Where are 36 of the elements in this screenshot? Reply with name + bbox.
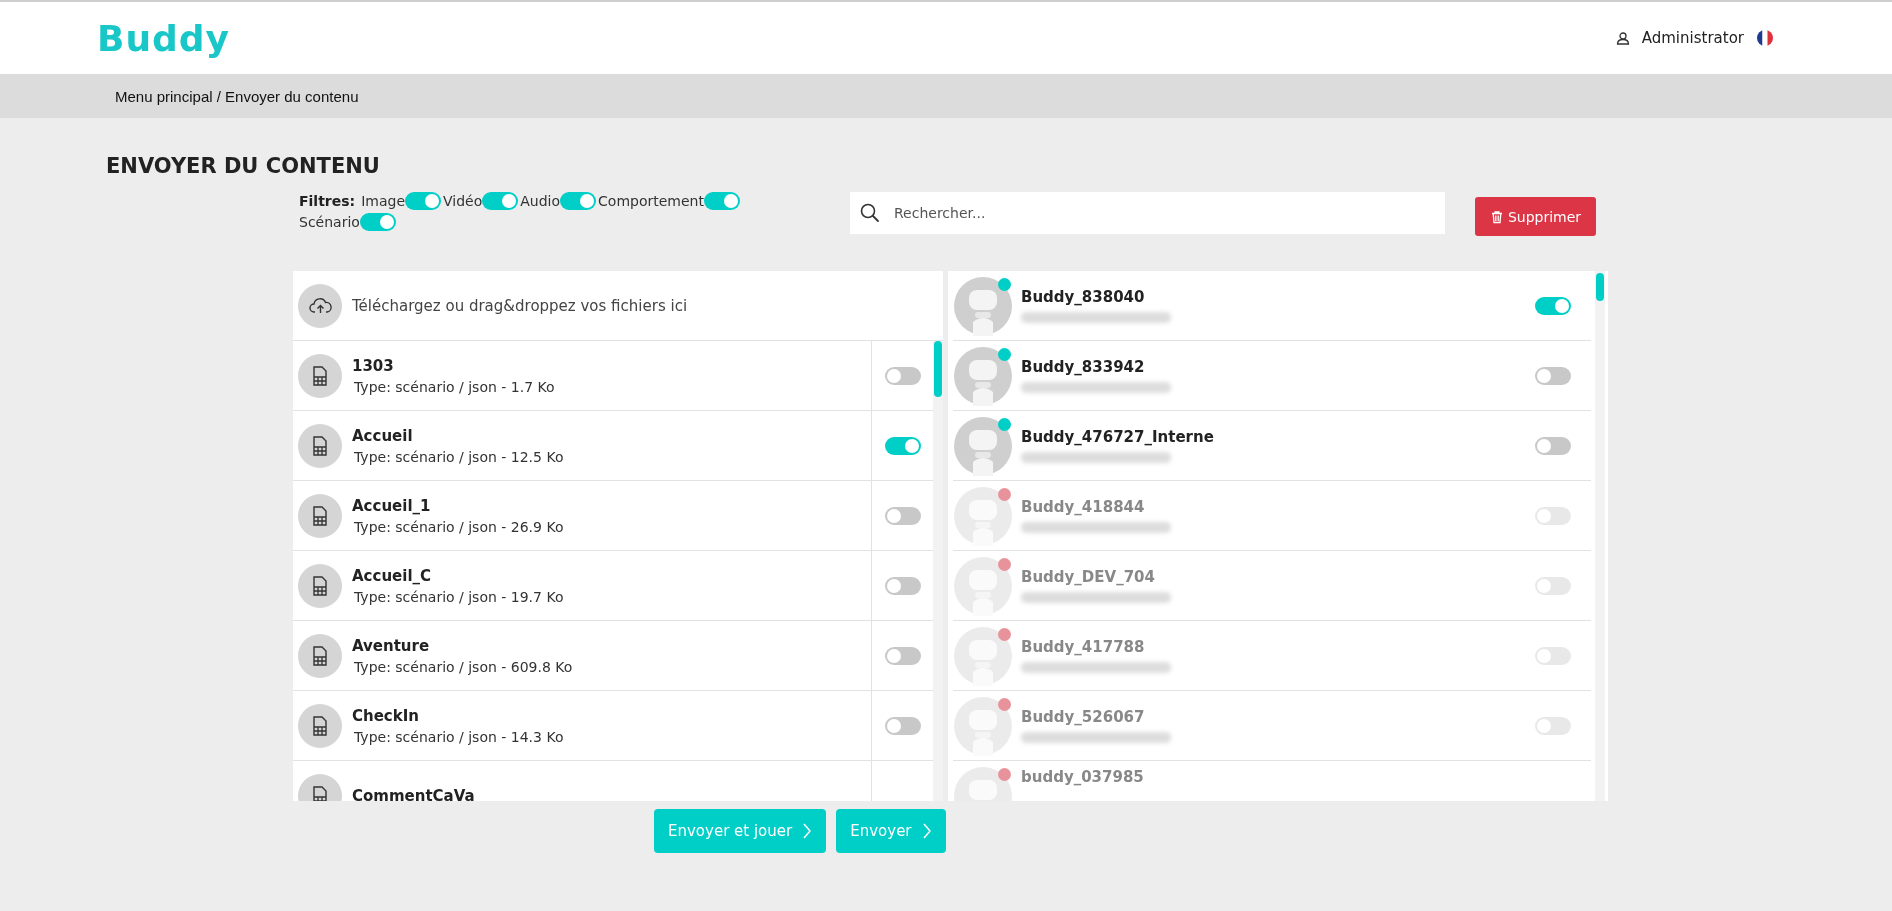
filter-label: Audio xyxy=(520,193,561,209)
search-field[interactable]: Rechercher... xyxy=(850,192,1445,234)
file-name: CommentCaVa xyxy=(352,786,475,801)
file-info: Type: scénario / json - 609.8 Ko xyxy=(353,658,573,675)
send-button[interactable]: Envoyer et jouer xyxy=(654,809,827,853)
file-name: Accueil_1 xyxy=(352,496,432,515)
robot-name: buddy_037985 xyxy=(1021,768,1145,786)
page-title: ENVOYER DU CONTENU xyxy=(106,154,381,178)
file-info: Type: scénario / json - 26.9 Ko xyxy=(353,518,564,535)
robot-name: Buddy_526067 xyxy=(1021,708,1146,726)
file-info: Type: scénario / json - 12.5 Ko xyxy=(353,448,564,465)
file-info: Type: scénario / json - 14.3 Ko xyxy=(353,728,564,745)
filter-label: Comportement xyxy=(598,193,704,209)
delete-button[interactable]: Supprimer xyxy=(1475,197,1596,236)
file-name: 1303 xyxy=(352,356,395,375)
file-name: Aventure xyxy=(352,636,431,655)
file-info: Type: scénario / json - 19.7 Ko xyxy=(353,588,564,605)
robot-name: Buddy_DEV_704 xyxy=(1021,568,1156,586)
robot-name: Buddy_417788 xyxy=(1021,638,1146,656)
filter-label: Scénario xyxy=(299,214,360,230)
upload-hint: Téléchargez ou drag&droppez vos fichiers ici xyxy=(352,296,688,315)
file-name: Accueil xyxy=(352,426,414,445)
filter-label: Vidéo xyxy=(443,193,483,209)
file-info: Type: scénario / json - 1.7 Ko xyxy=(353,378,555,395)
robot-name: Buddy_838040 xyxy=(1021,288,1146,306)
robot-name: Buddy_476727_Interne xyxy=(1021,428,1215,446)
user-name[interactable]: Administrator xyxy=(1641,29,1744,47)
file-name: CheckIn xyxy=(352,706,420,725)
robot-name: Buddy_833942 xyxy=(1021,358,1146,376)
breadcrumb: Menu principal / Envoyer du contenu xyxy=(115,87,359,105)
filter-label: Image xyxy=(361,193,406,209)
send-button[interactable]: Envoyer xyxy=(836,809,946,853)
file-name: Accueil_C xyxy=(352,566,433,585)
filters-label: Filtres: xyxy=(299,193,356,209)
robot-name: Buddy_418844 xyxy=(1021,498,1146,516)
logo[interactable]: Buddy xyxy=(97,17,231,59)
